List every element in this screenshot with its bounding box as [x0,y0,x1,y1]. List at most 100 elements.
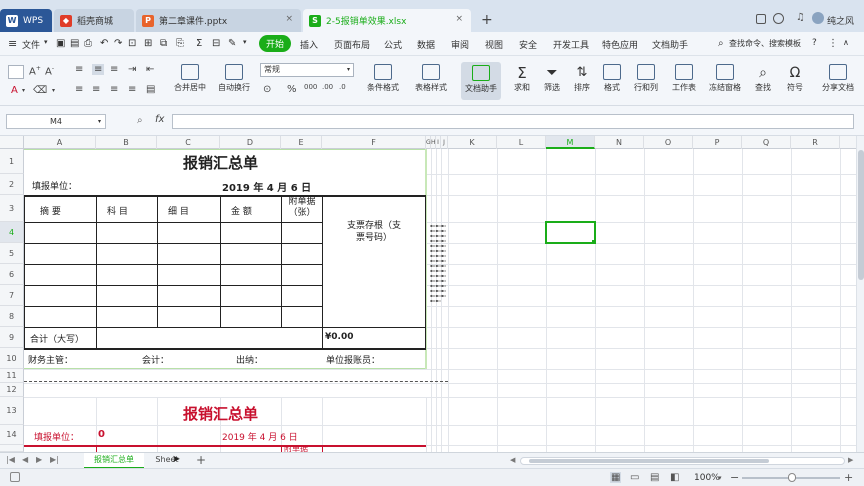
sum-icon[interactable]: Σ [196,38,202,49]
close-icon[interactable]: × [285,14,293,24]
bell-icon[interactable]: ♫ [796,12,805,23]
row-13[interactable]: 13 [0,397,24,425]
skin-icon[interactable] [773,13,784,24]
menu-data[interactable]: 数据 [417,38,435,51]
chevron-up-icon[interactable]: ∧ [843,38,849,47]
filter-button[interactable]: ⏷ 筛选 [540,64,564,93]
distribute-icon[interactable]: ▤ [146,84,155,95]
chevron-down-icon[interactable]: ▾ [243,38,247,46]
col-f[interactable]: F [322,136,426,149]
select-all-corner[interactable] [0,136,24,149]
add-sheet-button[interactable]: + [196,453,206,467]
row-col-button[interactable]: 行和列 [630,64,662,93]
vertical-scrollbar[interactable] [856,136,864,452]
merge-center-button[interactable]: 合并居中 [170,64,210,93]
search-icon[interactable]: ⌕ [718,38,724,49]
col-m[interactable]: M [546,136,595,149]
decrease-decimal-icon[interactable]: .0 [339,83,346,91]
row-12[interactable]: 12 [0,383,24,397]
col-n[interactable]: N [595,136,644,149]
table-icon[interactable]: ⊟ [212,38,220,49]
indent-icon[interactable]: ⇥ [128,64,136,75]
scrollbar-thumb[interactable] [858,150,864,280]
col-p[interactable]: P [693,136,742,149]
row-5[interactable]: 5 [0,243,24,264]
zoom-level[interactable]: 100% [694,473,720,483]
row-8[interactable]: 8 [0,306,24,327]
chevron-down-icon[interactable]: ▾ [22,87,25,94]
menu-home[interactable]: 开始 [259,35,292,52]
zoom-icon[interactable]: ⌕ [137,115,143,126]
fx-icon[interactable]: fx [155,114,164,125]
print-preview-icon[interactable]: ⊞ [144,38,152,49]
avatar[interactable] [812,12,824,24]
col-d[interactable]: D [220,136,281,149]
save-icon[interactable]: ▣ [56,38,65,49]
col-j[interactable]: J [441,136,448,149]
tab-daoke[interactable]: ◆ 稻壳商城 [54,9,134,32]
menu-view[interactable]: 视图 [485,38,503,51]
col-e[interactable]: E [281,136,322,149]
menu-review[interactable]: 审阅 [451,38,469,51]
align-bottom-icon[interactable]: ≡ [110,64,118,75]
row-9[interactable]: 9 [0,327,24,348]
menu-file[interactable]: 文件 [22,38,40,51]
menu-page-layout[interactable]: 页面布局 [334,38,370,51]
table-style-button[interactable]: 表格样式 [410,64,452,93]
last-sheet-icon[interactable]: ▶| [50,455,59,464]
share-button[interactable]: 分享文档 [818,64,858,93]
auto-wrap-button[interactable]: 自动换行 [214,64,254,93]
help-icon[interactable]: ? [812,38,817,48]
zoom-slider-handle[interactable] [788,473,796,482]
col-r[interactable]: R [791,136,840,149]
sort-button[interactable]: ⇅ 排序 [570,64,594,93]
window-icon[interactable] [756,14,766,24]
formula-input[interactable] [172,114,854,129]
undo-icon[interactable]: ↶ [100,38,108,49]
format-painter-icon[interactable]: ⊡ [128,38,136,49]
close-icon[interactable]: × [455,14,463,24]
more-icon[interactable]: ⋮ [828,38,838,49]
increase-decimal-icon[interactable]: .00 [322,83,333,91]
search-command[interactable]: 查找命令、搜索模板 [729,38,801,49]
redo-icon[interactable]: ↷ [114,38,122,49]
worksheet-button[interactable]: 工作表 [668,64,700,93]
font-shrink-icon[interactable]: A- [45,65,54,77]
justify-icon[interactable]: ≡ [128,84,136,95]
row-2[interactable]: 2 [0,174,24,195]
row-1[interactable]: 1 [0,149,24,174]
active-cell-m4[interactable] [545,221,596,244]
row-10[interactable]: 10 [0,348,24,369]
align-right-icon[interactable]: ≡ [110,84,118,95]
zoom-out-icon[interactable]: − [730,471,739,484]
sheet-tab-active[interactable]: 报销汇总单 [84,453,144,469]
normal-view-icon[interactable]: ▦ [610,472,622,483]
paste-icon[interactable]: ⎘ [176,38,184,49]
conditional-format-button[interactable]: 条件格式 [362,64,404,93]
page-layout-icon[interactable]: ▭ [630,472,639,483]
menu-security[interactable]: 安全 [519,38,537,51]
align-top-icon[interactable]: ≡ [75,64,83,75]
currency-icon[interactable]: ⊙ [263,84,271,95]
col-k[interactable]: K [448,136,497,149]
row-7[interactable]: 7 [0,285,24,306]
number-format-dropdown[interactable]: 常规 ▾ [260,63,354,77]
align-center-icon[interactable]: ≡ [92,84,100,95]
scroll-right-icon[interactable]: ▶ [848,456,853,464]
menu-developer[interactable]: 开发工具 [553,38,589,51]
folder-icon[interactable]: ▤ [70,38,79,49]
prev-sheet-icon[interactable]: ◀ [22,455,28,464]
col-o[interactable]: O [644,136,693,149]
freeze-button[interactable]: 冻结窗格 [706,64,744,93]
scrollbar-thumb[interactable] [529,459,769,463]
zoom-dropdown-icon[interactable]: ▾ [718,474,722,482]
tab-pptx[interactable]: P 第二章课件.pptx × [136,9,301,32]
row-15[interactable] [0,445,24,452]
row-11[interactable]: 11 [0,369,24,383]
page-break-icon[interactable]: ▤ [650,472,659,483]
row-6[interactable]: 6 [0,264,24,285]
font-size-dropdown[interactable] [8,65,24,79]
percent-icon[interactable]: % [287,84,297,95]
doc-helper-button[interactable]: 文档助手 [461,62,501,100]
menu-formula[interactable]: 公式 [384,38,402,51]
